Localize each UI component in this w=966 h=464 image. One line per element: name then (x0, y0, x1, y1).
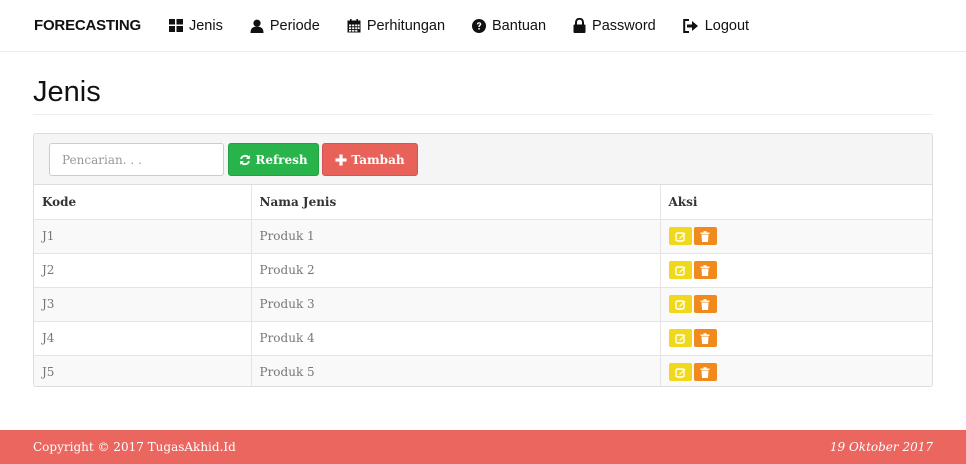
nav-item-label: Logout (704, 17, 750, 34)
calendar-icon (347, 18, 361, 32)
nav-item-jenis[interactable]: Jenis (168, 17, 223, 34)
lock-icon (573, 18, 586, 33)
refresh-icon (240, 154, 251, 165)
edit-icon (674, 265, 685, 276)
edit-button[interactable] (668, 295, 692, 313)
delete-button[interactable] (693, 295, 717, 313)
table-row: J5 Produk 5 (34, 355, 932, 386)
nav-item-logout[interactable]: Logout (682, 17, 750, 34)
cell-nama-jenis: Produk 1 (251, 219, 661, 254)
nav-item-label: Jenis (188, 17, 223, 34)
trash-icon (700, 264, 710, 276)
edit-button[interactable] (668, 227, 692, 245)
edit-icon (674, 333, 685, 344)
edit-button[interactable] (668, 363, 692, 382)
cell-aksi (660, 321, 932, 356)
nav-item-label: Periode (269, 17, 320, 34)
table-row: J2 Produk 2 (34, 253, 932, 288)
page-title: Jenis (33, 76, 101, 108)
delete-button[interactable] (693, 227, 717, 245)
trash-icon (700, 366, 710, 378)
delete-button[interactable] (693, 363, 717, 382)
cell-kode: J5 (34, 355, 252, 386)
cell-nama-jenis: Produk 2 (251, 253, 661, 288)
column-header-kode[interactable]: Kode (34, 185, 252, 220)
nav-item-password[interactable]: Password (573, 18, 656, 34)
edit-icon (674, 368, 685, 378)
column-header-aksi: Aksi (660, 185, 932, 220)
table-row: J1 Produk 1 (34, 219, 932, 254)
cell-nama-jenis: Produk 5 (251, 355, 661, 386)
footer-date: 19 Oktober 2017 (829, 440, 933, 454)
jenis-table: Kode Nama Jenis Aksi J1 Produk 1 J2 Prod… (34, 185, 932, 386)
footer: Copyright © 2017 TugasAkhid.Id 19 Oktobe… (0, 430, 966, 464)
cell-aksi (660, 219, 932, 254)
edit-button[interactable] (668, 329, 692, 347)
delete-button[interactable] (693, 261, 717, 279)
cell-kode: J4 (34, 321, 252, 356)
trash-icon (700, 230, 710, 242)
nav-item-label: Perhitungan (366, 17, 446, 34)
nav-item-periode[interactable]: Periode (250, 18, 320, 34)
copyright-text: Copyright © 2017 TugasAkhid.Id (33, 440, 236, 454)
nav-item-bantuan[interactable]: Bantuan (472, 18, 546, 34)
search-input[interactable] (49, 143, 224, 176)
logout-icon (682, 18, 698, 33)
delete-button[interactable] (693, 329, 717, 347)
cell-aksi (660, 355, 932, 386)
edit-icon (674, 299, 685, 310)
question-circle-icon (472, 18, 487, 33)
edit-button[interactable] (668, 261, 692, 279)
cell-kode: J1 (34, 219, 252, 254)
cell-aksi (660, 253, 932, 288)
title-divider (33, 114, 933, 115)
plus-icon (335, 154, 347, 165)
user-icon (250, 19, 264, 33)
th-large-icon (168, 19, 183, 32)
trash-icon (700, 332, 710, 344)
cell-kode: J3 (34, 287, 252, 322)
brand[interactable]: FORECASTING (34, 17, 141, 34)
table-row: J4 Produk 4 (34, 321, 932, 356)
nav-item-perhitungan[interactable]: Perhitungan (347, 18, 445, 34)
panel-toolbar: Refresh Tambah (34, 134, 932, 185)
cell-nama-jenis: Produk 3 (251, 287, 661, 322)
refresh-label: Refresh (255, 152, 308, 167)
cell-kode: J2 (34, 253, 252, 288)
column-header-nama-jenis[interactable]: Nama Jenis (251, 185, 661, 220)
nav-item-label: Password (592, 17, 656, 34)
table-row: J3 Produk 3 (34, 287, 932, 322)
jenis-panel: Refresh Tambah Kode Nama Jenis Aksi J1 P… (33, 133, 933, 387)
navbar: FORECASTING Jenis Periode Perhitungan Ba… (0, 0, 966, 52)
table-header-row: Kode Nama Jenis Aksi (34, 185, 932, 220)
refresh-button[interactable]: Refresh (228, 143, 319, 176)
edit-icon (674, 231, 685, 242)
cell-aksi (660, 287, 932, 322)
trash-icon (700, 298, 710, 310)
add-label: Tambah (351, 152, 405, 167)
add-button[interactable]: Tambah (322, 143, 418, 176)
cell-nama-jenis: Produk 4 (251, 321, 661, 356)
nav-item-label: Bantuan (492, 17, 547, 34)
